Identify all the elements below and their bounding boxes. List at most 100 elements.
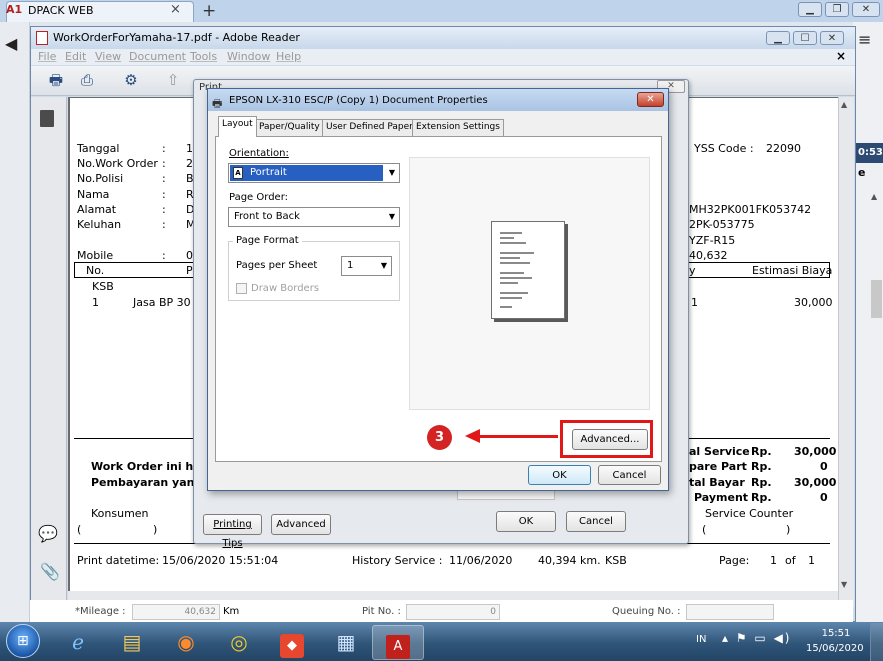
queue-label: Queuing No. : [612,606,681,617]
clock-date[interactable]: 15/06/2020 [806,643,864,654]
preview-line [500,257,520,259]
language-indicator[interactable]: IN [696,634,706,645]
internet-explorer-icon[interactable]: ℯ [52,625,104,660]
previous-page-icon[interactable]: ⇧ [162,70,184,90]
draw-borders-checkbox[interactable] [236,283,247,294]
print-cancel-button[interactable]: Cancel [566,511,626,532]
print-ok-label: OK [518,516,534,527]
firefox-icon[interactable]: ◉ [160,625,212,660]
doc-colon: : [162,188,166,201]
preview-line [500,272,524,274]
table-header-no: No. [86,264,105,277]
doc-label-alamat: Alamat [77,203,117,216]
back-arrow-icon[interactable]: ◀ [5,34,17,53]
menu-view[interactable]: View [95,50,121,63]
tab-user-defined-paper[interactable]: User Defined Paper [322,119,417,136]
pages-per-sheet-select[interactable]: 1 ▼ [341,256,392,276]
doc-colon: : [162,172,166,185]
collaborate-icon[interactable]: ⚙ [120,70,142,90]
browser-right-strip [853,22,883,622]
bracket-open: ( [702,523,707,536]
system-tray-icons[interactable]: ▴ ⚑ ▭ ◀) [722,631,791,645]
mileage-unit: Km [223,606,240,617]
doc-colon: : [162,249,166,262]
comments-icon[interactable]: 💬 [38,524,58,543]
properties-ok-button[interactable]: OK [528,465,591,485]
menu-document[interactable]: Document [129,50,186,63]
total-rp: Rp. [751,460,772,473]
row-no: 1 [92,296,99,309]
tab-title: DPACK WEB [28,4,94,17]
pit-label: Pit No. : [362,606,401,617]
bracket-close: ) [786,523,791,536]
browser-scrollbar-thumb[interactable] [871,280,882,318]
minimize-button[interactable]: ▁ [798,2,822,17]
reader-minimize-button[interactable]: ▁ [766,31,790,45]
menu-window[interactable]: Window [227,50,270,63]
print-ok-button[interactable]: OK [496,511,556,532]
print-icon[interactable]: 🖶 [45,70,67,90]
page-format-label: Page Format [233,235,302,246]
tab-layout[interactable]: Layout [218,116,257,137]
tab-favicon: A1 [6,3,23,16]
doc-label-nama: Nama [77,188,110,201]
frame-number: MH32PK001FK053742 [689,203,812,216]
page-thumbnails-icon[interactable] [40,110,54,127]
new-tab-button[interactable]: + [202,1,216,21]
adobe-reader-icon[interactable]: A [372,625,424,660]
chrome-icon[interactable]: ◎ [213,625,265,660]
print-advanced-button[interactable]: Advanced [271,514,331,535]
document-scrollbar[interactable] [838,97,854,607]
row-amount: 30,000 [794,296,833,309]
tab-close-icon[interactable]: × [170,2,181,17]
menu-file[interactable]: File [38,50,56,63]
pit-input[interactable]: 0 [406,604,500,620]
attachment-icon[interactable]: 📎 [40,562,60,581]
page-number: 1 [770,554,777,567]
properties-title: EPSON LX-310 ESC/P (Copy 1) Document Pro… [229,95,488,106]
vehicle-km: 40,632 [689,249,728,262]
queue-input[interactable] [686,604,774,620]
menu-help[interactable]: Help [276,50,301,63]
scroll-up-arrow-icon[interactable]: ▲ [871,192,877,201]
chevron-down-icon: ▼ [388,212,395,221]
printing-tips-button[interactable]: Printing Tips [203,514,262,549]
doc-colon: : [162,203,166,216]
engine-number: 2PK-053775 [689,218,755,231]
reader-close-button[interactable]: ✕ [820,31,844,45]
bracket-close: ) [153,523,158,536]
clock-time[interactable]: 15:51 [821,628,851,639]
show-desktop-button[interactable] [870,623,883,661]
restore-button[interactable]: ❐ [825,2,849,17]
page-order-select[interactable]: Front to Back ▼ [228,207,400,227]
total-value: 0 [820,491,828,504]
doc-label-mobile: Mobile [77,249,114,262]
browser-left-strip [0,22,30,622]
tab-extension-settings[interactable]: Extension Settings [412,119,504,136]
close-button[interactable]: ✕ [852,2,880,17]
scroll-down-arrow-icon[interactable]: ▼ [841,580,847,589]
table-header-estimasi: Estimasi Biaya [752,264,833,277]
tab-paper-quality[interactable]: Paper/Quality [255,119,324,136]
draw-borders-label: Draw Borders [251,283,320,294]
reader-maximize-button[interactable]: ☐ [793,31,817,45]
yss-code-label: YSS Code : [694,142,754,155]
page-label: Page: [719,554,750,567]
create-pdf-icon[interactable]: ⎙ [76,70,98,90]
total-value: 0 [820,460,828,473]
menu-tools[interactable]: Tools [190,50,217,63]
file-explorer-icon[interactable]: ▤ [106,625,158,660]
menu-edit[interactable]: Edit [65,50,86,63]
history-service-type: KSB [605,554,627,567]
advanced-button[interactable]: Advanced... [572,429,648,450]
anydesk-icon[interactable]: ◆ [266,625,318,660]
menu-icon[interactable]: ≡ [858,30,871,49]
network-app-icon[interactable]: ▦ [320,625,372,660]
properties-cancel-button[interactable]: Cancel [598,465,661,485]
scroll-up-arrow-icon[interactable]: ▲ [841,100,847,109]
document-close-icon[interactable]: × [836,49,846,63]
properties-close-icon[interactable]: ✕ [637,92,664,107]
group-label: KSB [92,280,114,293]
mileage-input[interactable]: 40,632 [132,604,220,620]
chevron-down-icon: ▼ [388,168,395,177]
